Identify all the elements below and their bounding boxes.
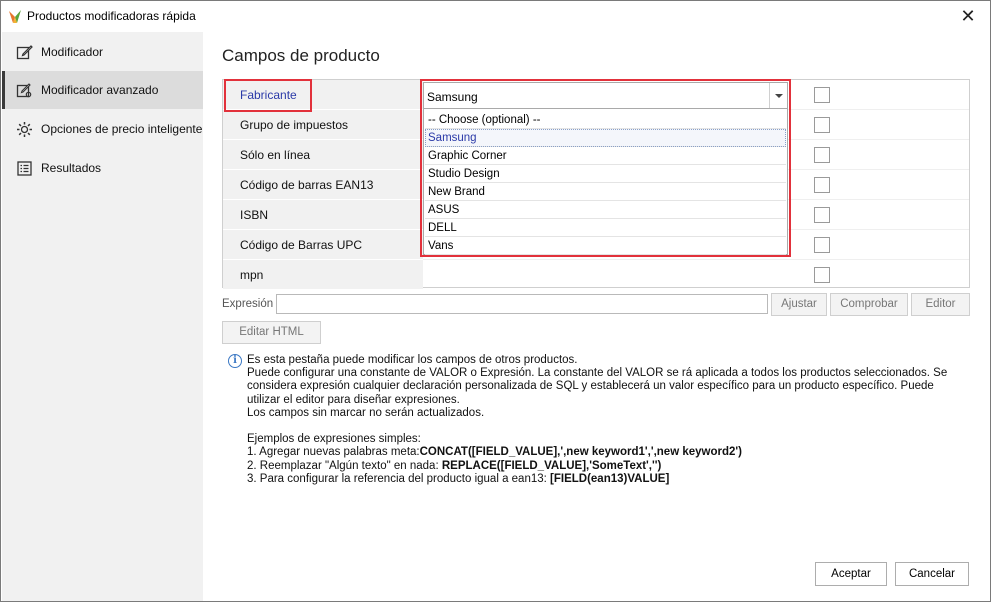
advanced-edit-icon: [16, 82, 32, 97]
check-button[interactable]: Comprobar: [830, 293, 908, 316]
manufacturer-dropdown-list: -- Choose (optional) -- Samsung Graphic …: [423, 109, 788, 255]
price-options-icon: [17, 121, 32, 137]
field-label-cell: ISBN: [223, 200, 423, 230]
sidebar-item-modificador-avanzado[interactable]: Modificador avanzado: [2, 71, 203, 109]
sidebar-item-opciones-precio[interactable]: Opciones de precio inteligente: [2, 110, 203, 148]
results-icon: [17, 160, 32, 176]
dropdown-option-asus[interactable]: ASUS: [425, 201, 786, 219]
editor-button[interactable]: Editor: [911, 293, 970, 316]
manufacturer-select[interactable]: Samsung: [423, 82, 788, 109]
dropdown-option-studio-design[interactable]: Studio Design: [425, 165, 786, 183]
app-logo-icon: [9, 10, 21, 23]
page-title: Campos de producto: [222, 46, 380, 65]
dropdown-option-dell[interactable]: DELL: [425, 219, 786, 237]
example-code: [FIELD(ean13)VALUE]: [550, 472, 670, 485]
example-code: CONCAT([FIELD_VALUE],',new keyword1',',n…: [419, 446, 742, 459]
info-line: Los campos sin marcar no serán actualiza…: [247, 406, 485, 419]
sidebar-item-label: Opciones de precio inteligente: [41, 122, 203, 136]
sidebar-item-label: Modificador avanzado: [41, 83, 159, 97]
expression-label: Expresión: [222, 298, 274, 310]
field-label: Grupo de impuestos: [240, 118, 349, 132]
field-label-cell: Fabricante: [223, 80, 423, 110]
field-label: mpn: [240, 268, 264, 282]
field-label-cell: Código de barras EAN13: [223, 170, 423, 200]
field-label-cell: mpn: [223, 260, 423, 290]
info-line: Puede configurar una constante de VALOR …: [247, 367, 948, 406]
adjust-button[interactable]: Ajustar: [771, 293, 827, 316]
manufacturer-select-value: Samsung: [427, 90, 478, 104]
dropdown-option-choose[interactable]: -- Choose (optional) --: [425, 111, 786, 129]
field-label: ISBN: [240, 208, 269, 222]
dropdown-option-new-brand[interactable]: New Brand: [425, 183, 786, 201]
edit-html-button[interactable]: Editar HTML: [222, 321, 321, 344]
example-2: 2. Reemplazar "Algún texto" en nada: REP…: [247, 460, 959, 473]
field-checkbox-fabricante[interactable]: [814, 87, 830, 103]
dropdown-option-vans[interactable]: Vans: [425, 237, 786, 255]
field-label: Código de Barras UPC: [240, 238, 363, 252]
example-text: 2. Reemplazar "Algún texto" en nada:: [247, 459, 442, 472]
example-text: 1. Agregar nuevas palabras meta:: [247, 446, 420, 459]
dropdown-option-graphic-corner[interactable]: Graphic Corner: [425, 147, 786, 165]
sidebar-item-resultados[interactable]: Resultados: [2, 149, 203, 187]
accept-button[interactable]: Aceptar: [815, 562, 887, 586]
sidebar-item-label: Modificador: [41, 45, 104, 59]
title-bar: Productos modificadoras rápida ✕: [1, 1, 990, 32]
field-checkbox-mpn[interactable]: [814, 267, 830, 283]
example-text: 3. Para configurar la referencia del pro…: [247, 472, 551, 485]
info-icon: i: [228, 354, 242, 368]
example-code: REPLACE([FIELD_VALUE],'SomeText',''): [441, 459, 662, 472]
field-label-cell: Código de Barras UPC: [223, 230, 423, 260]
info-line: Es esta pestaña puede modificar los camp…: [247, 354, 578, 366]
sidebar: Modificador Modificador avanzado Opcione…: [2, 32, 203, 601]
chevron-down-icon[interactable]: [769, 83, 787, 108]
field-label: Código de barras EAN13: [240, 178, 374, 192]
edit-icon: [16, 44, 33, 59]
field-checkbox-solo-en-linea[interactable]: [814, 147, 830, 163]
close-icon[interactable]: ✕: [956, 5, 980, 27]
examples-title: Ejemplos de expresiones simples:: [247, 433, 421, 446]
field-checkbox-isbn[interactable]: [814, 207, 830, 223]
field-label: Sólo en línea: [240, 148, 311, 162]
field-checkbox-grupo-impuestos[interactable]: [814, 117, 830, 133]
dialog-window: Productos modificadoras rápida ✕ Modific…: [0, 0, 991, 602]
field-label-cell: Sólo en línea: [223, 140, 423, 170]
field-label-cell: Grupo de impuestos: [223, 110, 423, 140]
field-row-mpn: mpn: [223, 260, 969, 290]
expression-input[interactable]: [276, 294, 768, 314]
sidebar-item-label: Resultados: [41, 161, 102, 175]
info-text-block: Es esta pestaña puede modificar los camp…: [247, 354, 959, 486]
field-label: Fabricante: [240, 88, 297, 102]
example-3: 3. Para configurar la referencia del pro…: [247, 473, 959, 486]
cancel-button[interactable]: Cancelar: [895, 562, 969, 586]
example-1: 1. Agregar nuevas palabras meta:CONCAT([…: [247, 446, 959, 459]
field-checkbox-upc[interactable]: [814, 237, 830, 253]
dropdown-option-samsung[interactable]: Samsung: [425, 129, 786, 147]
sidebar-item-modificador[interactable]: Modificador: [2, 33, 203, 71]
window-title: Productos modificadoras rápida: [27, 9, 196, 23]
field-checkbox-ean13[interactable]: [814, 177, 830, 193]
